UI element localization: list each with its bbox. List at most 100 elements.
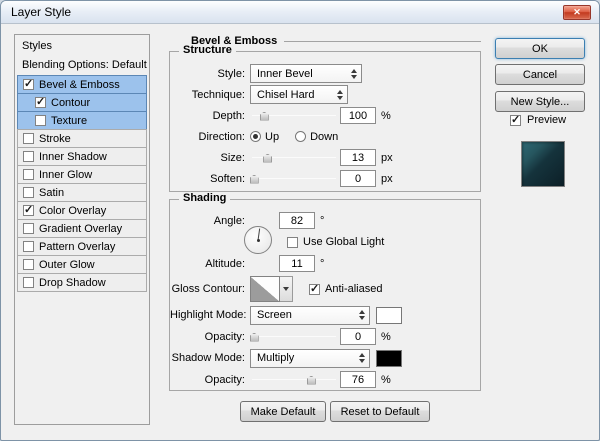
make-default-button[interactable]: Make Default (240, 401, 326, 422)
gradient-overlay-checkbox[interactable] (23, 223, 34, 234)
preview-checkbox[interactable] (510, 115, 521, 126)
slider-thumb[interactable] (263, 154, 272, 163)
shadow-opacity-row: Opacity: % (170, 369, 480, 390)
size-slider[interactable] (252, 152, 336, 164)
slider-thumb[interactable] (260, 112, 269, 121)
technique-select[interactable]: Chisel Hard (250, 85, 348, 104)
structure-legend: Structure (179, 44, 236, 56)
styles-panel-header: Styles (15, 35, 149, 56)
altitude-input[interactable] (279, 255, 315, 272)
direction-row: Direction: Up Down (170, 126, 480, 147)
sidebar-item-bevel-emboss[interactable]: Bevel & Emboss (17, 75, 147, 94)
sidebar-item-label: Stroke (39, 133, 71, 145)
texture-checkbox[interactable] (35, 115, 46, 126)
reset-to-default-button[interactable]: Reset to Default (330, 401, 430, 422)
altitude-row: Altitude: ° (170, 253, 480, 274)
contour-checkbox[interactable] (35, 97, 46, 108)
angle-row: Angle: ° (170, 210, 480, 231)
gloss-contour-dropdown-arrow-icon[interactable] (280, 276, 293, 302)
use-global-light-checkbox[interactable] (287, 237, 298, 248)
angle-dial[interactable] (244, 226, 272, 254)
dropdown-arrows-icon (359, 350, 365, 367)
satin-checkbox[interactable] (23, 187, 34, 198)
soften-input[interactable] (340, 170, 376, 187)
angle-label: Angle: (170, 215, 250, 227)
dropdown-arrows-icon (337, 86, 343, 103)
sidebar-item-inner-glow[interactable]: Inner Glow (17, 165, 147, 184)
shadow-opacity-slider[interactable] (252, 374, 336, 386)
ok-button[interactable]: OK (495, 38, 585, 59)
direction-down-label: Down (310, 131, 338, 143)
sidebar-item-satin[interactable]: Satin (17, 183, 147, 202)
gloss-contour-row: Gloss Contour: Anti-aliased (170, 274, 480, 304)
soften-slider[interactable] (252, 173, 336, 185)
bevel-emboss-checkbox[interactable] (23, 79, 34, 90)
close-icon[interactable]: ✕ (563, 5, 591, 20)
sidebar-item-texture[interactable]: Texture (17, 111, 147, 130)
sidebar-item-label: Pattern Overlay (39, 241, 115, 253)
technique-row: Technique: Chisel Hard (170, 84, 480, 105)
style-row: Style: Inner Bevel (170, 63, 480, 84)
size-label: Size: (170, 152, 250, 164)
pattern-overlay-checkbox[interactable] (23, 241, 34, 252)
shadow-color-swatch[interactable] (376, 350, 402, 367)
color-overlay-checkbox[interactable] (23, 205, 34, 216)
shading-group: Shading Angle: ° Use Global Light Altitu… (169, 199, 481, 391)
gloss-contour-thumbnail[interactable] (250, 276, 280, 302)
global-light-row: Use Global Light (170, 231, 480, 253)
title-divider (284, 41, 481, 42)
shadow-mode-row: Shadow Mode: Multiply (170, 347, 480, 369)
anti-aliased-checkbox[interactable] (309, 284, 320, 295)
soften-label: Soften: (170, 173, 250, 185)
highlight-mode-select[interactable]: Screen (250, 306, 370, 325)
inner-glow-checkbox[interactable] (23, 169, 34, 180)
sidebar-item-pattern-overlay[interactable]: Pattern Overlay (17, 237, 147, 256)
stroke-checkbox[interactable] (23, 133, 34, 144)
highlight-opacity-input[interactable] (340, 328, 376, 345)
slider-track (252, 379, 336, 380)
sidebar-item-color-overlay[interactable]: Color Overlay (17, 201, 147, 220)
highlight-opacity-label: Opacity: (170, 331, 250, 343)
style-label: Style: (170, 68, 250, 80)
layer-style-dialog: Layer Style ✕ Styles Blending Options: D… (0, 0, 600, 441)
direction-down-radio[interactable] (295, 131, 306, 142)
highlight-opacity-row: Opacity: % (170, 326, 480, 347)
sidebar-item-stroke[interactable]: Stroke (17, 129, 147, 148)
highlight-color-swatch[interactable] (376, 307, 402, 324)
dropdown-arrows-icon (359, 307, 365, 324)
depth-slider[interactable] (252, 110, 336, 122)
cancel-button[interactable]: Cancel (495, 64, 585, 85)
slider-thumb[interactable] (250, 175, 259, 184)
altitude-label: Altitude: (170, 258, 250, 270)
sidebar-item-label: Gradient Overlay (39, 223, 122, 235)
slider-thumb[interactable] (307, 376, 316, 385)
highlight-mode-label: Highlight Mode: (170, 309, 250, 321)
highlight-opacity-slider[interactable] (252, 331, 336, 343)
direction-up-label: Up (265, 131, 279, 143)
sidebar-item-gradient-overlay[interactable]: Gradient Overlay (17, 219, 147, 238)
slider-track (252, 336, 336, 337)
sidebar-item-contour[interactable]: Contour (17, 93, 147, 112)
title-bar[interactable]: Layer Style ✕ (1, 1, 599, 24)
shadow-mode-select[interactable]: Multiply (250, 349, 370, 368)
sidebar-item-drop-shadow[interactable]: Drop Shadow (17, 273, 147, 292)
shadow-opacity-label: Opacity: (170, 374, 250, 386)
direction-up-radio[interactable] (250, 131, 261, 142)
size-input[interactable] (340, 149, 376, 166)
style-select[interactable]: Inner Bevel (250, 64, 362, 83)
sidebar-item-label: Inner Glow (39, 169, 92, 181)
depth-input[interactable] (340, 107, 376, 124)
shading-legend: Shading (179, 192, 230, 204)
inner-shadow-checkbox[interactable] (23, 151, 34, 162)
angle-input[interactable] (279, 212, 315, 229)
shadow-opacity-input[interactable] (340, 371, 376, 388)
sidebar-item-outer-glow[interactable]: Outer Glow (17, 255, 147, 274)
use-global-light-label: Use Global Light (303, 236, 384, 248)
new-style-button[interactable]: New Style... (495, 91, 585, 112)
drop-shadow-checkbox[interactable] (23, 277, 34, 288)
slider-thumb[interactable] (250, 333, 259, 342)
sidebar-item-inner-shadow[interactable]: Inner Shadow (17, 147, 147, 166)
outer-glow-checkbox[interactable] (23, 259, 34, 270)
styles-panel: Styles Blending Options: Default Bevel &… (14, 34, 150, 425)
sidebar-item-blending-options[interactable]: Blending Options: Default (15, 56, 149, 75)
